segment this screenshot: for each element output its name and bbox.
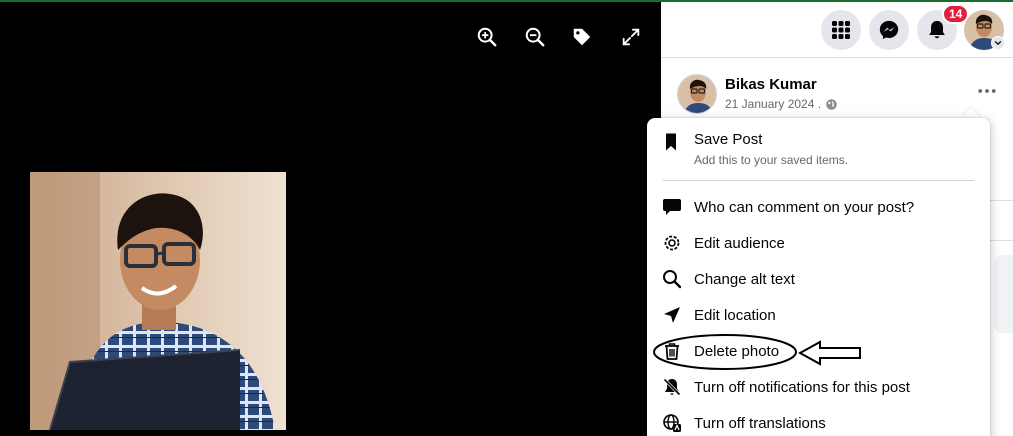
zoom-in-button[interactable] xyxy=(474,24,500,50)
menu-button[interactable] xyxy=(821,10,861,50)
menu-item-label: Who can comment on your post? xyxy=(694,198,915,216)
menu-item-who-can-comment[interactable]: Who can comment on your post? xyxy=(655,190,980,224)
menu-item-label: Turn off translations xyxy=(694,414,826,432)
tag-button[interactable] xyxy=(569,24,595,50)
fullscreen-icon xyxy=(622,28,640,46)
zoom-out-button[interactable] xyxy=(522,24,548,50)
menu-item-change-alt-text[interactable]: Change alt text xyxy=(655,262,980,296)
post-date[interactable]: 21 January 2024 . xyxy=(725,97,838,111)
account-menu-chevron[interactable] xyxy=(991,36,1005,50)
author-name-link[interactable]: Bikas Kumar xyxy=(725,76,817,93)
globe-icon xyxy=(826,98,837,110)
translate-globe-icon xyxy=(661,412,683,434)
menu-item-edit-audience[interactable]: Edit audience xyxy=(655,226,980,260)
annotation-arrow-icon xyxy=(798,340,861,366)
messenger-button[interactable] xyxy=(869,10,909,50)
zoom-in-icon xyxy=(477,27,497,47)
post-more-options-button[interactable] xyxy=(974,84,1000,104)
post-date-text: 21 January 2024 . xyxy=(725,97,822,111)
comment-icon xyxy=(661,196,683,218)
chevron-down-icon xyxy=(994,40,1002,46)
menu-divider xyxy=(663,180,974,181)
menu-item-save-post[interactable]: Save Post Add this to your saved items. xyxy=(655,126,980,174)
menu-item-label: Edit location xyxy=(694,306,776,324)
bell-off-icon xyxy=(661,376,683,398)
menu-item-label: Change alt text xyxy=(694,270,795,288)
messenger-icon xyxy=(879,20,899,40)
person-photo-image xyxy=(30,172,286,430)
post-photo[interactable] xyxy=(30,172,286,430)
menu-item-turn-off-notifications[interactable]: Turn off notifications for this post xyxy=(655,370,980,404)
more-horizontal-icon xyxy=(978,89,996,93)
menu-item-edit-location[interactable]: Edit location xyxy=(655,298,980,332)
location-arrow-icon xyxy=(661,304,683,326)
menu-item-label: Edit audience xyxy=(694,234,785,252)
header-divider xyxy=(661,57,1013,58)
author-avatar[interactable] xyxy=(677,74,717,114)
bookmark-icon xyxy=(661,132,683,154)
gear-icon xyxy=(661,232,683,254)
annotation-ellipse xyxy=(653,334,797,370)
background-comment-box xyxy=(994,255,1013,333)
tag-icon xyxy=(573,28,591,46)
menu-item-turn-off-translations[interactable]: Turn off translations xyxy=(655,406,980,436)
save-post-description: Add this to your saved items. xyxy=(694,153,849,167)
bell-icon xyxy=(929,20,945,39)
save-post-label: Save Post xyxy=(694,131,763,148)
fullscreen-button[interactable] xyxy=(618,24,644,50)
background-divider xyxy=(990,200,1013,201)
zoom-out-icon xyxy=(525,27,545,47)
menu-grid-icon xyxy=(832,21,850,39)
search-icon xyxy=(661,268,683,290)
author-avatar-image xyxy=(678,75,716,113)
background-divider xyxy=(990,240,1013,241)
menu-item-label: Turn off notifications for this post xyxy=(694,378,910,396)
